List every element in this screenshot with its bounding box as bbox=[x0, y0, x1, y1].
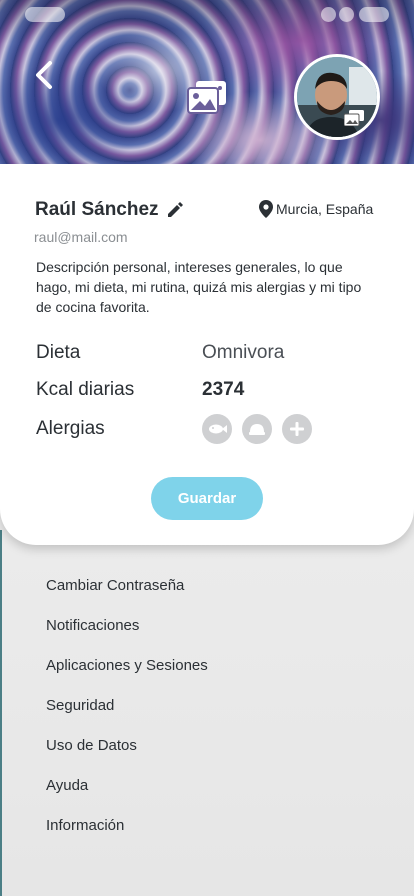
status-bar bbox=[0, 7, 414, 23]
chevron-left-icon bbox=[36, 61, 52, 89]
profile-location: Murcia, España bbox=[276, 201, 374, 217]
pencil-icon bbox=[168, 202, 183, 217]
plus-icon bbox=[290, 422, 304, 436]
image-gallery-icon bbox=[343, 110, 364, 127]
settings-menu: Cambiar Contraseña Notificaciones Aplica… bbox=[46, 576, 208, 856]
change-cover-button[interactable] bbox=[186, 79, 228, 115]
avatar-photo bbox=[297, 57, 377, 137]
menu-item-informacion[interactable]: Información bbox=[46, 816, 208, 856]
change-avatar-button[interactable] bbox=[343, 110, 364, 127]
profile-name: Raúl Sánchez bbox=[35, 199, 159, 220]
image-gallery-icon bbox=[187, 81, 226, 114]
menu-item-seguridad[interactable]: Seguridad bbox=[46, 696, 208, 736]
menu-item-ayuda[interactable]: Ayuda bbox=[46, 776, 208, 816]
kcal-value[interactable]: 2374 bbox=[202, 379, 244, 401]
fish-icon bbox=[209, 424, 227, 434]
wifi-icon bbox=[339, 7, 354, 22]
save-button[interactable]: Guardar bbox=[151, 477, 263, 520]
battery-icon bbox=[359, 7, 389, 22]
location-pin-icon bbox=[259, 200, 273, 218]
kcal-label: Kcal diarias bbox=[36, 379, 135, 400]
edit-profile-button[interactable] bbox=[166, 201, 184, 219]
profile-screen: Raúl Sánchez Murcia, España raul@mail.co… bbox=[0, 0, 414, 896]
profile-email: raul@mail.com bbox=[34, 229, 128, 245]
dieta-value[interactable]: Omnivora bbox=[202, 342, 284, 364]
status-time-placeholder bbox=[25, 7, 65, 22]
allergy-fish-button[interactable] bbox=[202, 414, 232, 444]
side-edge bbox=[0, 530, 2, 896]
menu-item-cambiar-contrasena[interactable]: Cambiar Contraseña bbox=[46, 576, 208, 616]
back-button[interactable] bbox=[33, 60, 57, 90]
menu-item-notificaciones[interactable]: Notificaciones bbox=[46, 616, 208, 656]
egg-icon bbox=[249, 424, 265, 435]
dieta-label: Dieta bbox=[36, 342, 81, 363]
allergy-egg-button[interactable] bbox=[242, 414, 272, 444]
profile-description: Descripción personal, intereses generale… bbox=[36, 259, 362, 315]
menu-item-aplicaciones-sesiones[interactable]: Aplicaciones y Sesiones bbox=[46, 656, 208, 696]
add-allergy-button[interactable] bbox=[282, 414, 312, 444]
profile-card: Raúl Sánchez Murcia, España raul@mail.co… bbox=[0, 164, 414, 545]
signal-icon bbox=[321, 7, 336, 22]
menu-item-uso-datos[interactable]: Uso de Datos bbox=[46, 736, 208, 776]
avatar[interactable] bbox=[294, 54, 380, 140]
alergias-label: Alergias bbox=[36, 418, 105, 439]
